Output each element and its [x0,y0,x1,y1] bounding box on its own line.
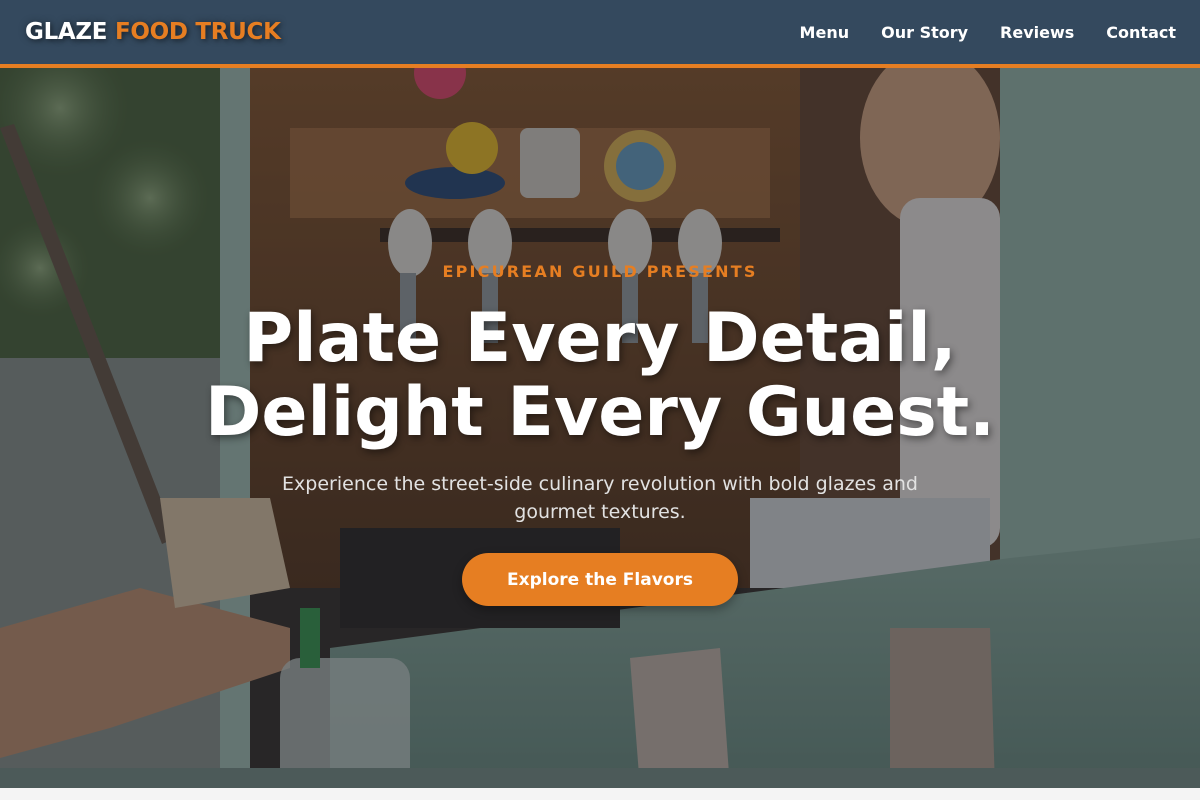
top-navbar: GLAZE FOOD TRUCK Menu Our Story Reviews … [0,0,1200,68]
page-bottom-strip [0,788,1200,800]
explore-flavors-button[interactable]: Explore the Flavors [462,553,738,606]
hero-headline: Plate Every Detail, Delight Every Guest. [0,302,1200,450]
hero-headline-line1: Plate Every Detail, [243,299,957,378]
brand-logo[interactable]: GLAZE FOOD TRUCK [25,19,281,45]
hero-subtext: Experience the street-side culinary revo… [282,473,918,523]
nav-link-menu[interactable]: Menu [800,23,850,42]
hero-section: EPICUREAN GUILD PRESENTS Plate Every Det… [0,68,1200,788]
nav-link-our-story[interactable]: Our Story [881,23,968,42]
hero-headline-line2: Delight Every Guest. [204,373,996,452]
brand-word-primary: GLAZE [25,19,108,45]
hero-eyebrow: EPICUREAN GUILD PRESENTS [442,262,758,281]
brand-word-accent: FOOD TRUCK [114,19,281,45]
nav-link-contact[interactable]: Contact [1106,23,1176,42]
hero-content: EPICUREAN GUILD PRESENTS Plate Every Det… [0,68,1200,788]
main-nav: Menu Our Story Reviews Contact [800,23,1176,42]
nav-link-reviews[interactable]: Reviews [1000,23,1074,42]
